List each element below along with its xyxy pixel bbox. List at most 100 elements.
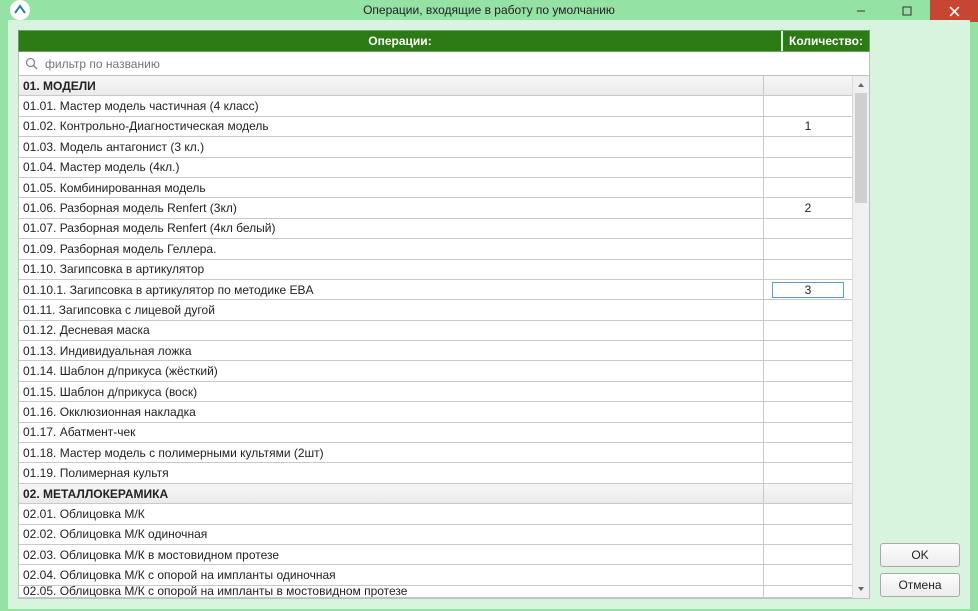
quantity-editor[interactable]: 3 <box>772 282 844 298</box>
table-row[interactable]: 01.10. Загипсовка в артикулятор <box>19 260 852 280</box>
table-row[interactable]: 01.14. Шаблон д/прикуса (жёсткий) <box>19 361 852 381</box>
quantity-cell[interactable] <box>764 545 852 564</box>
quantity-cell[interactable] <box>764 484 852 503</box>
dialog-buttons: OK Отмена <box>880 30 960 599</box>
quantity-cell[interactable] <box>764 300 852 319</box>
quantity-cell[interactable]: 3 <box>764 280 852 299</box>
column-header-operations[interactable]: Операции: <box>19 31 781 51</box>
quantity-value: 2 <box>764 201 852 215</box>
table-row[interactable]: 02.05. Облицовка М/К с опорой на имплант… <box>19 586 852 598</box>
quantity-cell[interactable] <box>764 137 852 156</box>
quantity-cell[interactable] <box>764 76 852 95</box>
quantity-cell[interactable] <box>764 382 852 401</box>
group-row[interactable]: 01. МОДЕЛИ <box>19 76 852 96</box>
table-row[interactable]: 01.16. Окклюзионная накладка <box>19 402 852 422</box>
table-row[interactable]: 02.01. Облицовка М/К <box>19 504 852 524</box>
quantity-cell[interactable] <box>764 239 852 258</box>
minimize-button[interactable] <box>838 0 884 22</box>
table-row[interactable]: 01.15. Шаблон д/прикуса (воск) <box>19 382 852 402</box>
quantity-cell[interactable] <box>764 178 852 197</box>
quantity-cell[interactable] <box>764 321 852 340</box>
grid-body: 01. МОДЕЛИ01.01. Мастер модель частичная… <box>18 76 870 599</box>
table-row[interactable]: 01.02. Контрольно-Диагностическая модель… <box>19 117 852 137</box>
quantity-cell[interactable] <box>764 96 852 115</box>
quantity-cell[interactable] <box>764 219 852 238</box>
operation-cell[interactable]: 02. МЕТАЛЛОКЕРАМИКА <box>19 484 764 503</box>
maximize-button[interactable] <box>884 0 930 22</box>
quantity-cell[interactable] <box>764 402 852 421</box>
operation-cell[interactable]: 01.13. Индивидуальная ложка <box>19 341 764 360</box>
quantity-cell[interactable] <box>764 443 852 462</box>
table-row[interactable]: 01.10.1. Загипсовка в артикулятор по мет… <box>19 280 852 300</box>
quantity-cell[interactable] <box>764 565 852 584</box>
scroll-up-button[interactable] <box>853 76 869 93</box>
scrollbar-thumb[interactable] <box>855 93 867 203</box>
column-header-quantity[interactable]: Количество: <box>781 31 869 51</box>
quantity-cell[interactable] <box>764 158 852 177</box>
quantity-cell[interactable] <box>764 525 852 544</box>
table-row[interactable]: 01.03. Модель антагонист (3 кл.) <box>19 137 852 157</box>
table-row[interactable]: 01.09. Разборная модель Геллера. <box>19 239 852 259</box>
operation-cell[interactable]: 01.09. Разборная модель Геллера. <box>19 239 764 258</box>
scrollbar-track[interactable] <box>853 93 869 581</box>
operation-cell[interactable]: 01.19. Полимерная культя <box>19 463 764 482</box>
operation-cell[interactable]: 02.04. Облицовка М/К с опорой на имплант… <box>19 565 764 584</box>
table-row[interactable]: 01.13. Индивидуальная ложка <box>19 341 852 361</box>
operation-cell[interactable]: 01.11. Загипсовка с лицевой дугой <box>19 300 764 319</box>
quantity-cell[interactable] <box>764 260 852 279</box>
group-row[interactable]: 02. МЕТАЛЛОКЕРАМИКА <box>19 484 852 504</box>
quantity-cell[interactable] <box>764 341 852 360</box>
operation-cell[interactable]: 01.05. Комбинированная модель <box>19 178 764 197</box>
operation-cell[interactable]: 01.14. Шаблон д/прикуса (жёсткий) <box>19 361 764 380</box>
quantity-cell[interactable]: 2 <box>764 198 852 217</box>
quantity-cell[interactable]: 1 <box>764 117 852 136</box>
operation-cell[interactable]: 01.16. Окклюзионная накладка <box>19 402 764 421</box>
quantity-cell[interactable] <box>764 504 852 523</box>
ok-button[interactable]: OK <box>880 543 960 567</box>
operation-cell[interactable]: 02.05. Облицовка М/К с опорой на имплант… <box>19 586 764 597</box>
operation-cell[interactable]: 01.18. Мастер модель с полимерными культ… <box>19 443 764 462</box>
operation-cell[interactable]: 01.15. Шаблон д/прикуса (воск) <box>19 382 764 401</box>
table-row[interactable]: 01.01. Мастер модель частичная (4 класс) <box>19 96 852 116</box>
quantity-cell[interactable] <box>764 361 852 380</box>
operation-cell[interactable]: 01.02. Контрольно-Диагностическая модель <box>19 117 764 136</box>
window-controls <box>838 0 978 22</box>
filter-input[interactable] <box>43 56 865 72</box>
operation-cell[interactable]: 02.03. Облицовка М/К в мостовидном проте… <box>19 545 764 564</box>
table-row[interactable]: 01.17. Абатмент-чек <box>19 423 852 443</box>
scroll-down-button[interactable] <box>853 581 869 598</box>
table-row[interactable]: 02.04. Облицовка М/К с опорой на имплант… <box>19 565 852 585</box>
table-row[interactable]: 02.03. Облицовка М/К в мостовидном проте… <box>19 545 852 565</box>
operation-cell[interactable]: 01.01. Мастер модель частичная (4 класс) <box>19 96 764 115</box>
table-row[interactable]: 01.07. Разборная модель Renfert (4кл бел… <box>19 219 852 239</box>
table-row[interactable]: 01.05. Комбинированная модель <box>19 178 852 198</box>
operation-cell[interactable]: 01. МОДЕЛИ <box>19 76 764 95</box>
table-row[interactable]: 01.18. Мастер модель с полимерными культ… <box>19 443 852 463</box>
table-row[interactable]: 02.02. Облицовка М/К одиночная <box>19 525 852 545</box>
quantity-cell[interactable] <box>764 463 852 482</box>
window-title: Операции, входящие в работу по умолчанию <box>0 3 978 17</box>
table-row[interactable]: 01.11. Загипсовка с лицевой дугой <box>19 300 852 320</box>
operation-cell[interactable]: 01.06. Разборная модель Renfert (3кл) <box>19 198 764 217</box>
operation-cell[interactable]: 01.10. Загипсовка в артикулятор <box>19 260 764 279</box>
quantity-cell[interactable] <box>764 586 852 597</box>
operation-cell[interactable]: 02.02. Облицовка М/К одиночная <box>19 525 764 544</box>
operation-cell[interactable]: 01.12. Десневая маска <box>19 321 764 340</box>
window-body: Операции: Количество: 01. МОДЕЛИ01.01. М… <box>8 20 970 609</box>
close-button[interactable] <box>930 0 978 22</box>
vertical-scrollbar[interactable] <box>852 76 869 598</box>
operation-cell[interactable]: 02.01. Облицовка М/К <box>19 504 764 523</box>
titlebar[interactable]: Операции, входящие в работу по умолчанию <box>0 0 978 20</box>
table-row[interactable]: 01.06. Разборная модель Renfert (3кл)2 <box>19 198 852 218</box>
table-row[interactable]: 01.19. Полимерная культя <box>19 463 852 483</box>
operation-cell[interactable]: 01.07. Разборная модель Renfert (4кл бел… <box>19 219 764 238</box>
operation-cell[interactable]: 01.10.1. Загипсовка в артикулятор по мет… <box>19 280 764 299</box>
cancel-button[interactable]: Отмена <box>880 573 960 597</box>
table-row[interactable]: 01.04. Мастер модель (4кл.) <box>19 158 852 178</box>
operation-cell[interactable]: 01.17. Абатмент-чек <box>19 423 764 442</box>
table-area: Операции: Количество: 01. МОДЕЛИ01.01. М… <box>18 30 870 599</box>
operation-cell[interactable]: 01.04. Мастер модель (4кл.) <box>19 158 764 177</box>
operation-cell[interactable]: 01.03. Модель антагонист (3 кл.) <box>19 137 764 156</box>
quantity-cell[interactable] <box>764 423 852 442</box>
table-row[interactable]: 01.12. Десневая маска <box>19 321 852 341</box>
